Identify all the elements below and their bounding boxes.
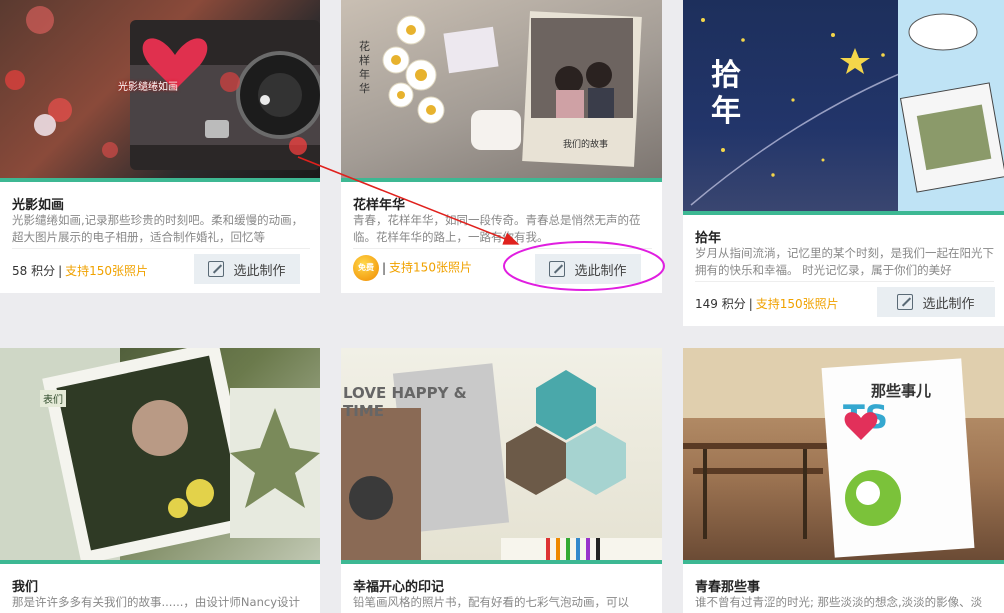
card-divider: [12, 248, 310, 249]
card-accent-bar: [341, 560, 662, 564]
points-label: 149 积分: [695, 297, 746, 311]
photo-support-label: 支持150张照片: [755, 297, 839, 311]
preview-caption: 表们: [40, 390, 66, 407]
preview-caption: 花样年华: [359, 40, 370, 95]
template-card-women[interactable]: 表们 我们 那是许许多多有关我们的故事......，由设计师Nancy设计: [0, 348, 320, 613]
template-card-guangying[interactable]: 光影缱绻如画 光影如画 光影缱绻如画,记录那些珍贵的时刻吧。柔和缓慢的动画，超大…: [0, 0, 320, 293]
card-description: 铅笔画风格的照片书，配有好看的七彩气泡动画，可以: [353, 595, 629, 609]
book-caption: 我们的故事: [563, 140, 609, 150]
card-title[interactable]: 光影如画: [12, 194, 64, 213]
card-description: 岁月从指间流淌，记忆里的某个时刻，是我们一起在阳光下拥有的快乐和幸福。 时光记忆…: [695, 246, 994, 277]
card-meta: 免费 | 支持150张照片: [353, 255, 472, 281]
edit-icon: [208, 261, 225, 277]
card-meta: 58 积分 | 支持150张照片: [12, 264, 149, 278]
template-card-shinian[interactable]: 拾年 拾年 岁月从指间流淌，记忆里的某个时刻，是我们一起在阳光下拥有的快乐和幸福…: [683, 0, 1004, 326]
template-card-qingchun[interactable]: TS 那些事儿 青春那些事 谁不曾有过青涩的时光; 那些淡淡的想念,淡淡的影像、…: [683, 348, 1004, 613]
template-preview-image[interactable]: 拾年: [683, 0, 1004, 213]
card-accent-bar: [0, 560, 320, 564]
template-preview-image[interactable]: TS 那些事儿: [683, 348, 1004, 562]
card-title[interactable]: 拾年: [695, 227, 721, 246]
card-description: 光影缱绻如画,记录那些珍贵的时刻吧。柔和缓慢的动画，超大图片展示的电子相册，适合…: [12, 213, 304, 244]
free-badge: 免费: [353, 255, 379, 281]
preview-caption: 光影缱绻如画: [118, 82, 178, 93]
flower-illustration: [382, 11, 642, 167]
select-template-button[interactable]: 选此制作: [877, 287, 995, 317]
template-preview-image[interactable]: 表们: [0, 348, 320, 562]
classroom-illustration: TS: [683, 348, 1004, 558]
card-accent-bar: [0, 178, 320, 182]
preview-caption: 拾年: [711, 58, 741, 129]
card-description: 那是许许多多有关我们的故事......，由设计师Nancy设计: [12, 595, 300, 609]
card-meta: 149 积分 | 支持150张照片: [695, 297, 839, 311]
photo-support-label: 支持150张照片: [389, 260, 472, 275]
preview-caption: LOVE HAPPY & TIME: [343, 384, 467, 420]
select-template-button[interactable]: 选此制作: [194, 254, 300, 284]
template-preview-image[interactable]: 花样年华 我们的故事: [341, 0, 662, 180]
edit-icon: [897, 294, 914, 310]
album-illustration: [0, 348, 320, 562]
photo-support-label: 支持150张照片: [65, 264, 149, 278]
card-title[interactable]: 青春那些事: [695, 576, 760, 595]
preview-caption: 那些事儿: [871, 382, 932, 400]
card-description: 谁不曾有过青涩的时光; 那些淡淡的想念,淡淡的影像、淡: [695, 595, 983, 609]
card-divider: [695, 281, 994, 282]
points-label: 58 积分: [12, 264, 56, 278]
photobook-illustration: [341, 363, 662, 562]
card-divider: [353, 248, 652, 249]
card-title[interactable]: 幸福开心的印记: [353, 576, 444, 595]
card-title[interactable]: 我们: [12, 576, 38, 595]
template-preview-image[interactable]: LOVE HAPPY & TIME: [341, 348, 662, 562]
card-accent-bar: [683, 211, 1004, 215]
template-preview-image[interactable]: 光影缱绻如画: [0, 0, 320, 180]
template-card-xingfu[interactable]: LOVE HAPPY & TIME 幸福开心的印记 铅笔画风格的照片书，配有好看…: [341, 348, 662, 613]
card-title[interactable]: 花样年华: [353, 194, 405, 213]
select-template-button[interactable]: 选此制作: [535, 254, 641, 284]
card-accent-bar: [341, 178, 662, 182]
card-accent-bar: [683, 560, 1004, 564]
edit-icon: [549, 261, 566, 277]
template-card-huayang[interactable]: 花样年华 我们的故事 花样年华 青春，花样年华，如同一段传奇。青春总是悄然无声的…: [341, 0, 662, 293]
card-description: 青春，花样年华，如同一段传奇。青春总是悄然无声的莅临。花样年华的路上，一路有你有…: [353, 213, 641, 244]
